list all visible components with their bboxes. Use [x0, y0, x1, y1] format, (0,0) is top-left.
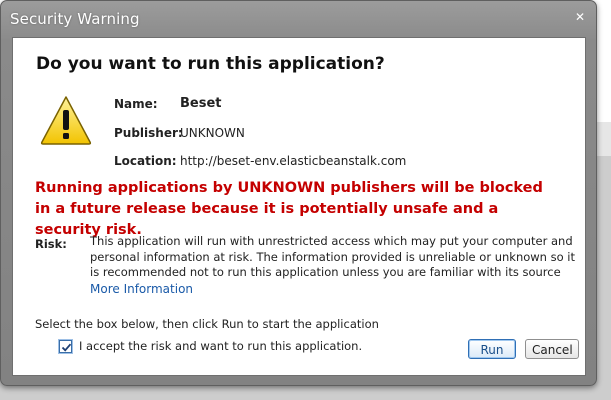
location-value: http://beset-env.elasticbeanstalk.com — [180, 154, 407, 168]
name-label: Name: — [114, 97, 158, 111]
location-label: Location: — [114, 154, 177, 168]
risk-label: Risk: — [35, 237, 67, 251]
dialog-heading: Do you want to run this application? — [36, 54, 385, 74]
risk-description: This application will run with unrestric… — [90, 234, 576, 279]
cancel-button[interactable]: Cancel — [525, 339, 579, 359]
window-title: Security Warning — [10, 10, 140, 28]
dialog-content: Do you want to run this application? Nam… — [12, 37, 586, 376]
publisher-label: Publisher: — [114, 126, 183, 140]
security-warning-dialog: Security Warning ✕ Do you want to run th… — [0, 0, 597, 386]
close-icon[interactable]: ✕ — [571, 8, 589, 26]
publisher-value: UNKNOWN — [180, 126, 245, 140]
blocked-warning-message: Running applications by UNKNOWN publishe… — [35, 180, 543, 238]
title-bar[interactable]: Security Warning ✕ — [1, 1, 596, 37]
accept-risk-row[interactable]: I accept the risk and want to run this a… — [59, 339, 362, 353]
warning-triangle-icon — [40, 96, 92, 145]
more-information-link[interactable]: More Information — [90, 282, 193, 296]
accept-risk-label[interactable]: I accept the risk and want to run this a… — [79, 339, 362, 353]
accept-risk-checkbox[interactable] — [59, 339, 72, 353]
name-value: Beset — [180, 96, 222, 111]
checkmark-icon — [61, 343, 72, 352]
instruction-text: Select the box below, then click Run to … — [35, 317, 379, 331]
run-button[interactable]: Run — [468, 339, 516, 359]
